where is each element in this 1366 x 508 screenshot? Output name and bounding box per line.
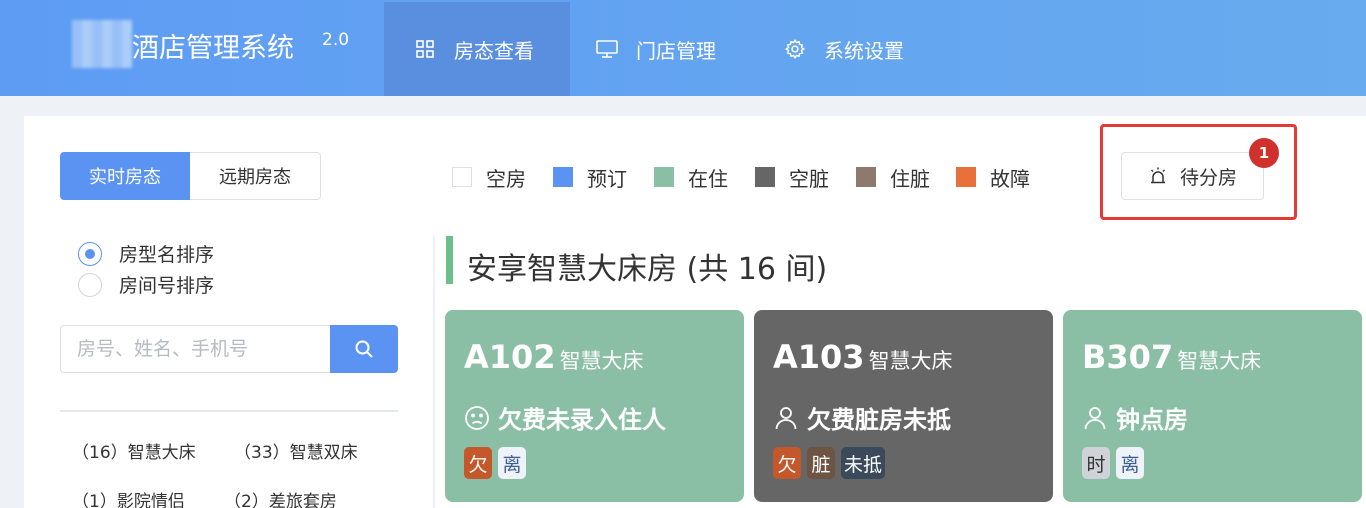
legend-swatch <box>856 167 876 187</box>
grid-icon <box>414 40 436 58</box>
legend-label: 故障 <box>990 166 1030 191</box>
sort-by-type-option[interactable]: 房型名排序 <box>78 240 214 267</box>
nav-label: 系统设置 <box>824 38 904 63</box>
legend-item-vacant: 空房 <box>452 164 526 191</box>
room-status: 钟点房 <box>1116 406 1188 434</box>
sort-by-number-option[interactable]: 房间号排序 <box>78 271 214 298</box>
radio-label: 房间号排序 <box>119 275 215 297</box>
room-card[interactable]: B307 智慧大床 钟点房 时离 <box>1063 310 1362 502</box>
room-group-title: 安享智慧大床房 (共 16 间) <box>467 252 828 287</box>
room-tag: 时 <box>1082 447 1110 479</box>
legend-swatch <box>452 167 472 187</box>
room-tag: 未抵 <box>841 447 886 479</box>
top-bar: 酒店管理系统 2.0 房态查看 门店管理 系统设置 <box>0 0 1366 96</box>
room-number: A102 <box>464 338 556 376</box>
room-type: 智慧大床 <box>559 349 644 373</box>
radio-checked[interactable] <box>78 241 102 266</box>
divider <box>433 236 435 508</box>
legend-item-vacant-dirty: 空脏 <box>755 164 829 191</box>
group-accent-bar <box>446 236 453 284</box>
legend-label: 住脏 <box>890 166 930 191</box>
alarm-icon <box>1148 166 1168 186</box>
room-card[interactable]: A103 智慧大床 欠费脏房未抵 欠脏未抵 <box>754 310 1053 502</box>
divider <box>60 410 398 412</box>
legend-item-fault: 故障 <box>956 164 1030 191</box>
legend-label: 在住 <box>688 166 728 191</box>
category-item[interactable]: （33）智慧双床 <box>234 438 358 463</box>
monitor-icon <box>596 39 618 59</box>
room-type: 智慧大床 <box>868 349 953 373</box>
room-number: B307 <box>1082 338 1174 376</box>
gear-icon <box>784 38 806 60</box>
legend-swatch <box>654 167 674 187</box>
app-version: 2.0 <box>322 30 350 50</box>
legend-label: 空房 <box>486 166 526 191</box>
legend-swatch <box>553 167 573 187</box>
legend-swatch <box>956 167 976 187</box>
radio-unchecked[interactable] <box>78 272 102 297</box>
room-status: 欠费未录入住人 <box>498 406 666 434</box>
person-icon <box>1082 405 1108 431</box>
realtime-status-button[interactable]: 实时房态 <box>60 152 190 200</box>
nav-label: 房态查看 <box>454 38 534 63</box>
future-status-button[interactable]: 远期房态 <box>190 152 321 200</box>
category-item[interactable]: （1）影院情侣 <box>72 487 185 508</box>
pending-assignment-button[interactable]: 待分房 <box>1121 152 1264 200</box>
legend-item-occupied-dirty: 住脏 <box>856 164 930 191</box>
category-item[interactable]: （16）智慧大床 <box>72 438 196 463</box>
room-tag: 欠 <box>773 447 801 479</box>
room-tags: 欠离 <box>464 447 532 479</box>
legend-item-occupied: 在住 <box>654 164 728 191</box>
category-item[interactable]: （2）差旅套房 <box>224 487 337 508</box>
room-tag: 脏 <box>807 447 835 479</box>
search-input[interactable] <box>60 325 330 373</box>
room-tags: 欠脏未抵 <box>773 447 891 479</box>
room-tag: 离 <box>498 447 526 479</box>
legend-item-reserved: 预订 <box>553 164 627 191</box>
room-tags: 时离 <box>1082 447 1150 479</box>
legend-label: 空脏 <box>789 166 829 191</box>
search-bar <box>60 325 398 373</box>
nav-label: 门店管理 <box>636 38 716 63</box>
nav-room-status[interactable]: 房态查看 <box>384 2 570 96</box>
legend-label: 预订 <box>587 166 627 191</box>
pending-count-badge: 1 <box>1249 138 1279 168</box>
person-icon <box>773 405 799 431</box>
blurred-logo <box>72 20 132 68</box>
nav-system-settings[interactable]: 系统设置 <box>784 2 944 96</box>
room-status: 欠费脏房未抵 <box>807 406 951 434</box>
room-tag: 欠 <box>464 447 492 479</box>
sad-face-icon <box>464 405 490 431</box>
search-button[interactable] <box>330 325 398 373</box>
search-icon <box>354 339 374 359</box>
app-title: 酒店管理系统 <box>132 33 294 64</box>
view-toggle: 实时房态 远期房态 <box>60 152 321 200</box>
room-card[interactable]: A102 智慧大床 欠费未录入住人 欠离 <box>445 310 744 502</box>
room-tag: 离 <box>1116 447 1144 479</box>
room-type: 智慧大床 <box>1177 349 1262 373</box>
legend-swatch <box>755 167 775 187</box>
room-number: A103 <box>773 338 865 376</box>
pending-label: 待分房 <box>1179 166 1237 189</box>
nav-store-management[interactable]: 门店管理 <box>596 2 756 96</box>
radio-label: 房型名排序 <box>119 244 215 266</box>
